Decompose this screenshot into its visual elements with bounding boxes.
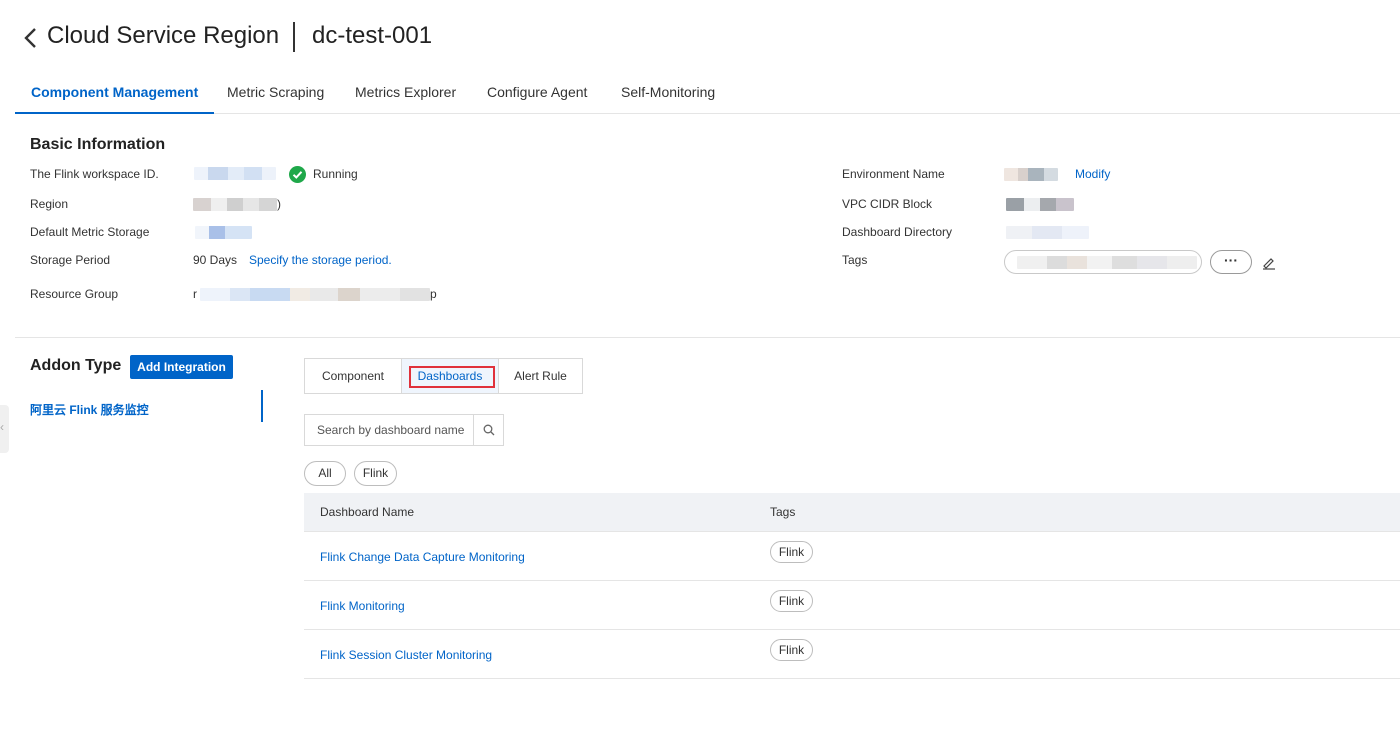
tag-badge: Flink [770,541,813,563]
environment-name-value [1004,168,1058,181]
vpc-cidr-label: VPC CIDR Block [842,197,933,211]
table-row: Flink Change Data Capture Monitoring Fli… [304,532,1400,581]
storage-period-label: Storage Period [30,253,111,267]
chevron-left-icon [24,28,36,48]
environment-name-label: Environment Name [842,167,945,181]
vpc-cidr-value [1006,198,1074,211]
dashboard-name-link[interactable]: Flink Session Cluster Monitoring [320,648,492,662]
sidebar-collapse-handle[interactable]: ‹ [0,405,9,453]
segment-alert-rule[interactable]: Alert Rule [499,359,582,393]
addon-active-indicator [261,390,263,422]
column-tags: Tags [770,505,796,519]
segment-component[interactable]: Component [305,359,401,393]
tags-list[interactable] [1004,250,1202,274]
search-button[interactable] [473,415,503,445]
chevron-left-small-icon: ‹ [0,420,4,434]
tag-badge: Flink [770,639,813,661]
dashboard-search [304,414,504,446]
default-metric-storage-value [195,226,252,239]
title-divider [293,22,295,52]
resource-group-suffix: p [430,287,437,301]
resource-group-value [200,288,430,301]
workspace-id-label: The Flink workspace ID. [30,167,159,181]
filter-chip-all[interactable]: All [304,461,346,486]
dashboard-name-link[interactable]: Flink Monitoring [320,599,405,613]
resource-group-label: Resource Group [30,287,119,301]
dashboard-directory-label: Dashboard Directory [842,225,953,239]
pencil-icon[interactable] [1262,256,1276,270]
tag-badge: Flink [770,590,813,612]
storage-period-value: 90 Days [193,253,238,267]
filter-chip-flink[interactable]: Flink [354,461,397,486]
column-dashboard-name: Dashboard Name [320,505,415,519]
tab-configure-agent[interactable]: Configure Agent [487,72,587,114]
main-tabs: Component Management Metric Scraping Met… [15,72,1400,114]
table-row: Flink Monitoring Flink [304,581,1400,630]
tab-metric-scraping[interactable]: Metric Scraping [227,72,324,114]
status-text: Running [313,167,358,181]
addon-item-flink[interactable]: 阿里云 Flink 服务监控 [30,401,149,418]
basic-information-title: Basic Information [30,136,166,153]
segment-dashboards[interactable]: Dashboards [402,359,498,393]
check-circle-icon [289,166,306,183]
tags-label: Tags [842,253,868,267]
table-row: Flink Session Cluster Monitoring Flink [304,630,1400,679]
tab-component-management[interactable]: Component Management [15,72,215,114]
section-divider [15,337,1400,338]
search-icon [483,424,495,436]
view-segmented-control: Component Dashboards Alert Rule [304,358,583,394]
tab-self-monitoring[interactable]: Self-Monitoring [621,72,715,114]
region-suffix: ) [277,197,281,211]
dashboard-search-input[interactable] [305,415,473,445]
dashboard-directory-value [1006,226,1089,239]
dashboard-name-link[interactable]: Flink Change Data Capture Monitoring [320,550,525,564]
back-button[interactable] [20,24,42,52]
page-header: Cloud Service Region dc-test-001 [0,0,1400,76]
add-integration-button[interactable]: Add Integration [130,355,233,379]
addon-type-title: Addon Type [30,357,122,374]
tags-value [1017,256,1197,269]
region-value [193,198,277,211]
table-header: Dashboard Name Tags [304,493,1400,532]
page-subtitle: dc-test-001 [312,22,433,49]
resource-group-prefix: r [193,287,197,301]
more-tags-button[interactable]: ··· [1210,250,1252,274]
page-title: Cloud Service Region [47,22,280,49]
tab-metrics-explorer[interactable]: Metrics Explorer [355,72,456,114]
specify-storage-period-link[interactable]: Specify the storage period. [249,253,392,267]
region-label: Region [30,197,69,211]
workspace-id-value [194,167,276,180]
modify-environment-link[interactable]: Modify [1075,167,1110,181]
default-metric-storage-label: Default Metric Storage [30,225,150,239]
